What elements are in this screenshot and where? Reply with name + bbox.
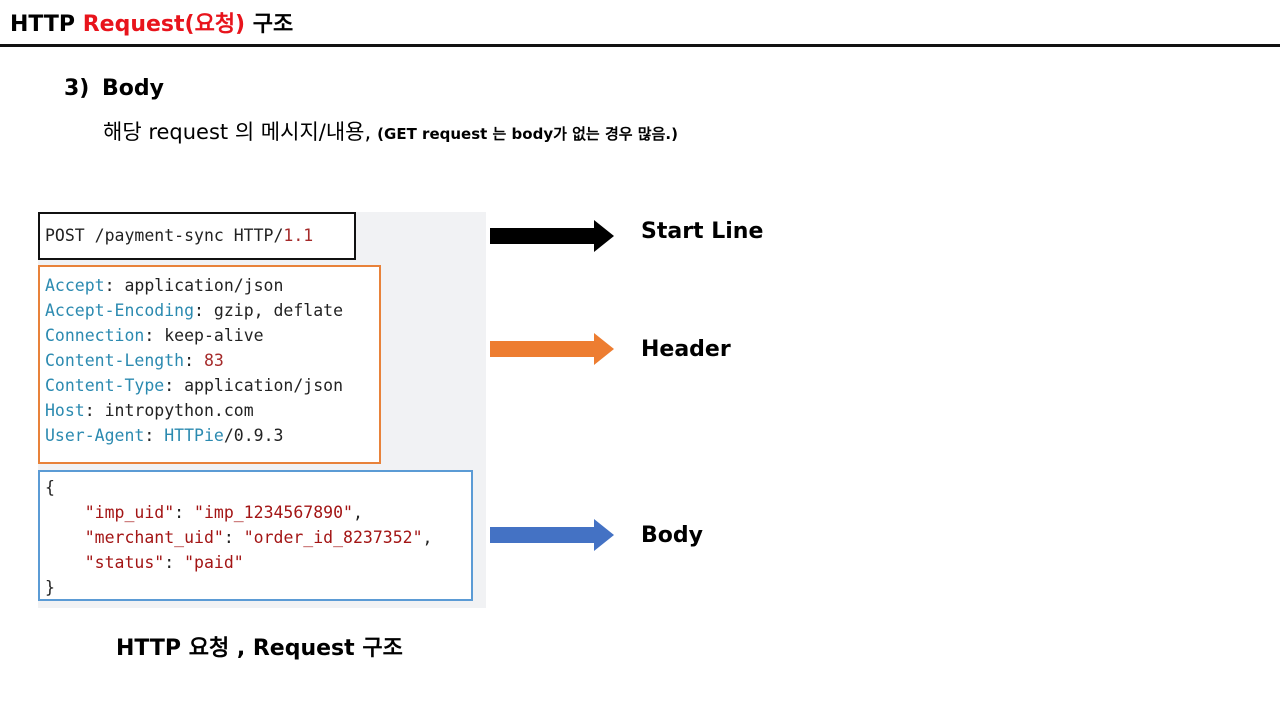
body-value: "paid" — [184, 553, 244, 572]
body-key: "merchant_uid" — [84, 528, 224, 547]
header-value-version: /0.9.3 — [223, 426, 284, 445]
body-box: { "imp_uid": "imp_1234567890", "merchant… — [38, 470, 473, 601]
header-value: keep-alive — [164, 326, 264, 345]
header-value: 83 — [203, 351, 224, 370]
header-sep: : — [194, 301, 214, 320]
body-trail: , — [352, 503, 363, 522]
body-value: "order_id_8237352" — [243, 528, 423, 547]
figure-caption: HTTP 요청 , Request 구조 — [116, 636, 403, 661]
body-key: "status" — [84, 553, 165, 572]
header-sep: : — [184, 351, 204, 370]
header-sep: : — [144, 326, 165, 345]
header-key: Host — [45, 401, 85, 420]
header-key: Accept — [45, 276, 105, 295]
start-line-code: POST /payment-sync HTTP/1.1 — [45, 223, 349, 248]
header-value: application/json — [124, 276, 284, 295]
header-line: Accept: application/json — [45, 273, 374, 298]
header-key: User-Agent — [45, 426, 145, 445]
header-label: Header — [641, 337, 731, 362]
body-trail: , — [422, 528, 433, 547]
header-value-product: HTTPie — [164, 426, 224, 445]
section-number: 3) — [64, 76, 90, 101]
page-title-suffix: 구조 — [245, 12, 294, 37]
body-field: "merchant_uid": "order_id_8237352", — [84, 528, 433, 547]
header-sep: : — [164, 376, 185, 395]
body-field: "imp_uid": "imp_1234567890", — [84, 503, 363, 522]
section-heading: 3) Body — [64, 76, 164, 101]
header-key: Content-Type — [45, 376, 165, 395]
page-title: HTTP Request(요청) 구조 — [10, 6, 293, 38]
header-value: application/json — [184, 376, 344, 395]
header-box: Accept: application/json Accept-Encoding:… — [38, 265, 381, 464]
header-line: Content-Type: application/json — [45, 373, 374, 398]
header-line: Accept-Encoding: gzip, deflate — [45, 298, 374, 323]
header-line: Host: intropython.com — [45, 398, 374, 423]
body-value: "imp_1234567890" — [194, 503, 353, 522]
header-line: Content-Length: 83 — [45, 348, 374, 373]
section-heading-text: Body — [102, 76, 164, 101]
body-label: Body — [641, 523, 703, 548]
section-note: (GET request 는 body가 없는 경우 많음.) — [377, 125, 678, 143]
body-arrow-icon — [490, 519, 614, 551]
start-line-version: 1.1 — [283, 226, 314, 245]
start-line-label: Start Line — [641, 219, 764, 244]
header-value: gzip, deflate — [213, 301, 344, 320]
start-line-arrow-icon — [490, 220, 614, 252]
body-field: "status": "paid" — [84, 553, 244, 572]
header-key: Content-Length — [45, 351, 185, 370]
header-arrow-icon — [490, 333, 614, 365]
start-line-text: POST /payment-sync HTTP/ — [45, 226, 284, 245]
header-key: Accept-Encoding — [45, 301, 195, 320]
header-key: Connection — [45, 326, 145, 345]
header-sep: : — [104, 276, 125, 295]
header-sep: : — [144, 426, 165, 445]
header-sep: : — [84, 401, 105, 420]
header-value: intropython.com — [104, 401, 254, 420]
section-description: 해당 request 의 메시지/내용, (GET request 는 body가… — [103, 116, 678, 146]
body-open-brace: { — [45, 478, 55, 497]
page-title-accent: Request(요청) — [82, 12, 246, 37]
header-line: Connection: keep-alive — [45, 323, 374, 348]
body-key: "imp_uid" — [84, 503, 175, 522]
section-description-text: 해당 request 의 메시지/내용, — [103, 120, 372, 144]
body-close-brace: } — [45, 578, 55, 597]
title-bar: HTTP Request(요청) 구조 — [0, 0, 1280, 47]
page-title-prefix: HTTP — [10, 12, 83, 37]
start-line-box: POST /payment-sync HTTP/1.1 — [38, 212, 356, 260]
header-line: User-Agent: HTTPie/0.9.3 — [45, 423, 374, 448]
